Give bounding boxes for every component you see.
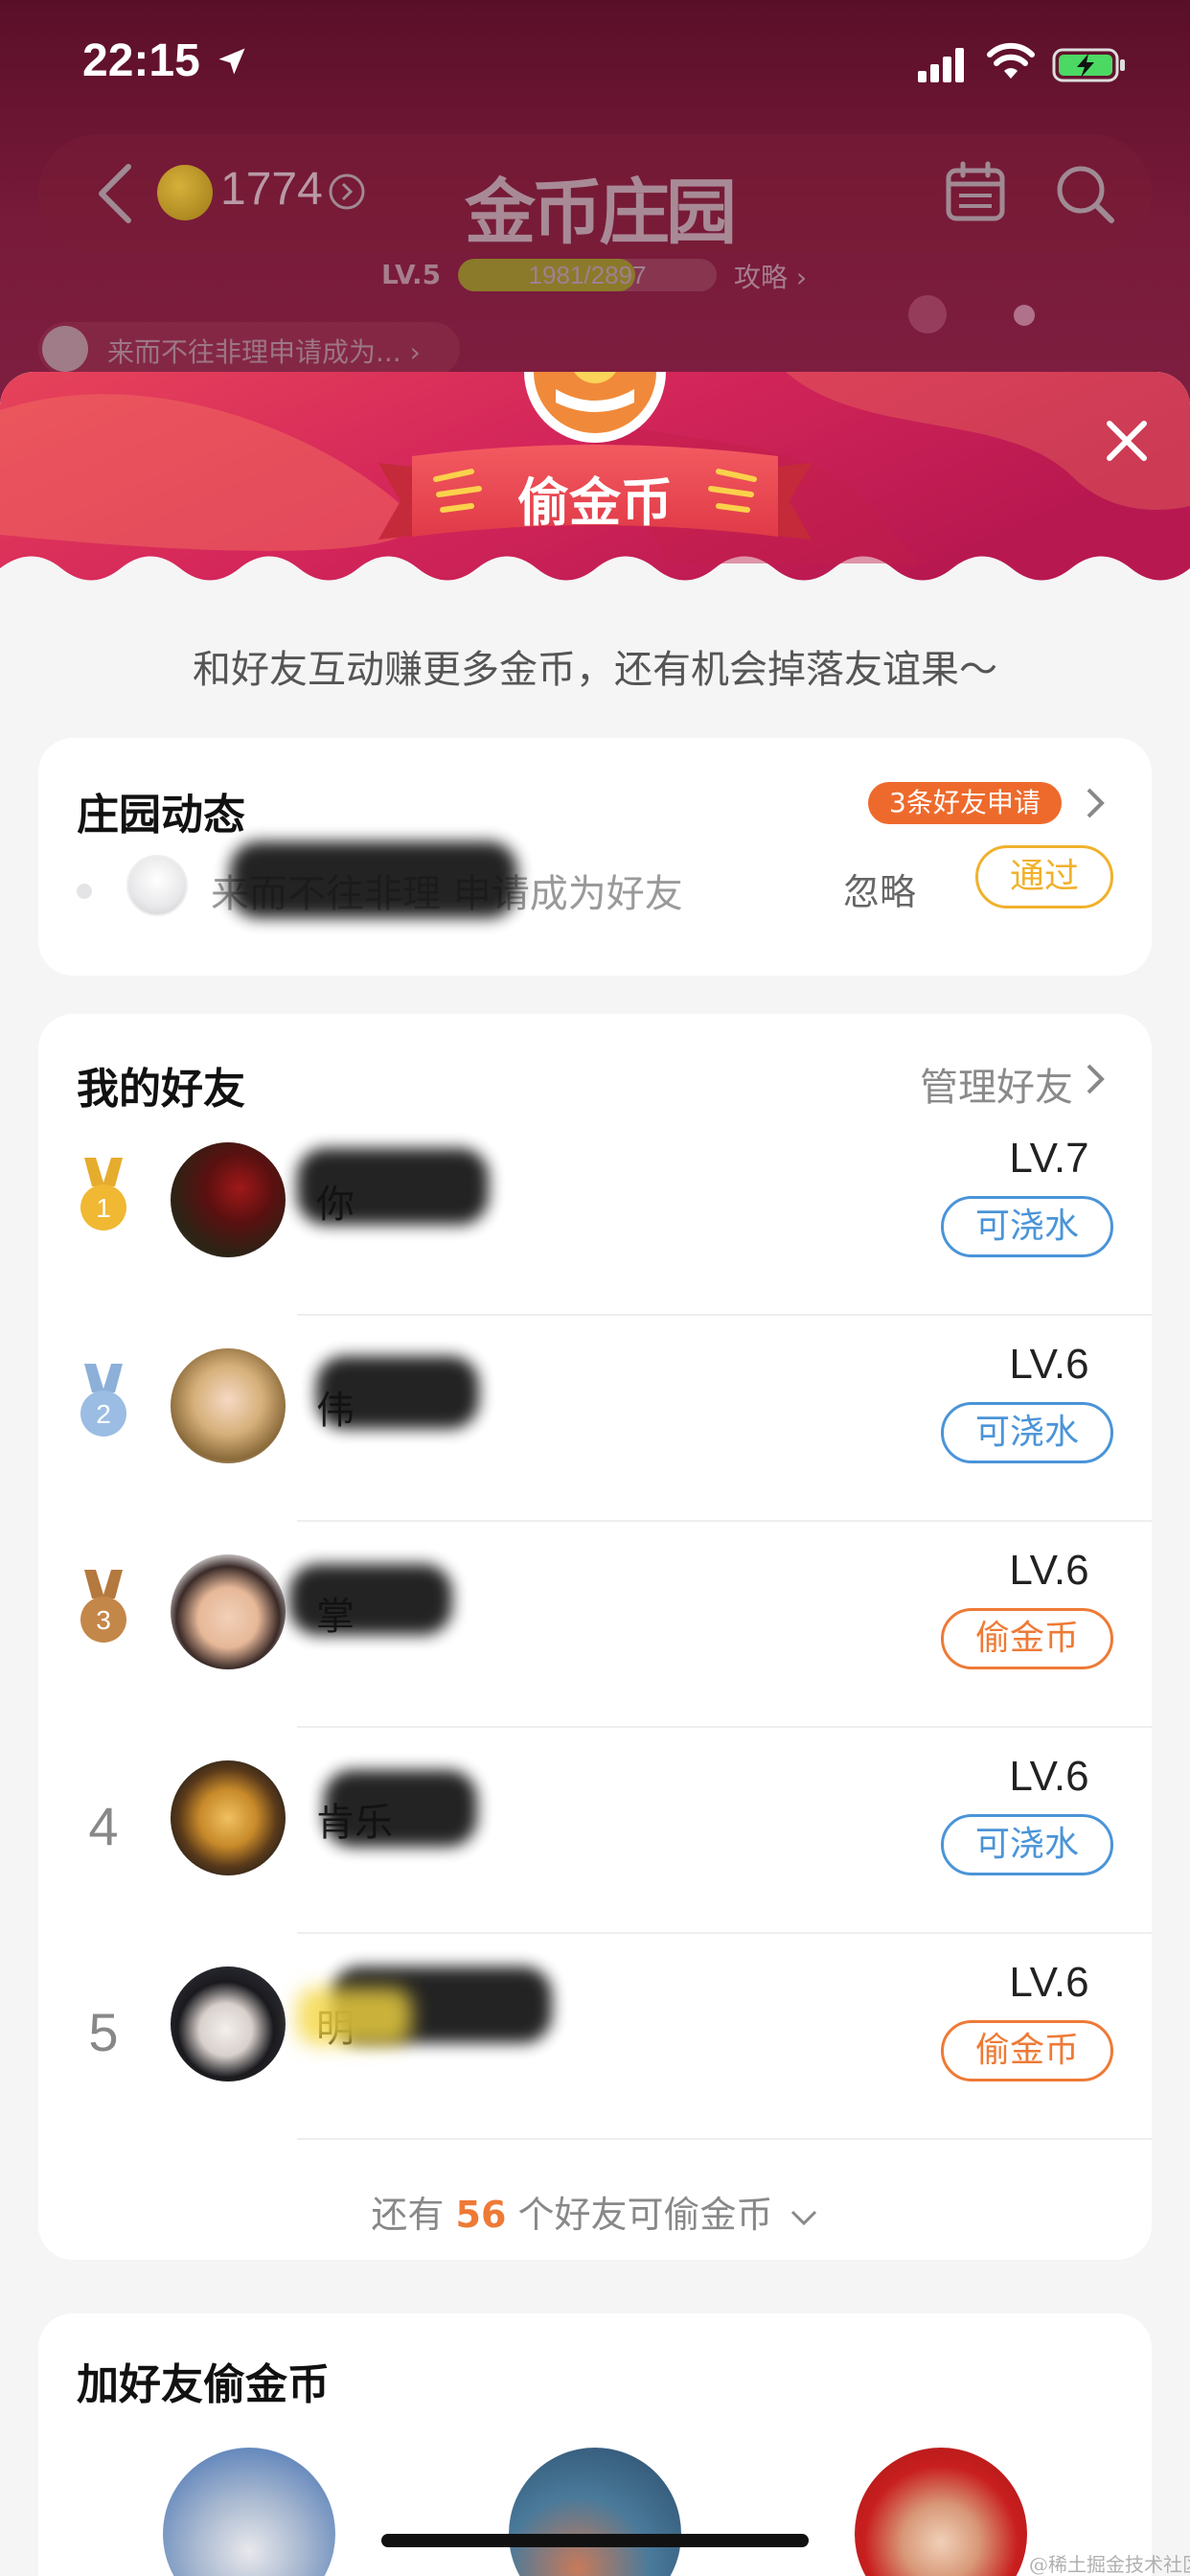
friend-row[interactable]: 4 肯乐 LV.6 可浇水 xyxy=(38,1728,1152,1934)
svg-text:1: 1 xyxy=(96,1193,111,1223)
level-label: LV.5 xyxy=(381,259,442,290)
avatar[interactable] xyxy=(509,2448,681,2576)
avatar xyxy=(126,855,188,916)
redaction-mark xyxy=(297,1148,489,1225)
steal-coins-button[interactable]: 偷金币 xyxy=(941,1608,1113,1669)
accept-button[interactable]: 通过 xyxy=(975,845,1113,908)
redaction-mark xyxy=(289,1564,452,1635)
steal-coins-button[interactable]: 偷金币 xyxy=(941,2020,1113,2082)
bronze-medal-icon: 3 xyxy=(80,1570,126,1643)
friends-title: 我的好友 xyxy=(77,1065,245,1114)
avatar[interactable] xyxy=(171,1554,286,1669)
water-button[interactable]: 可浇水 xyxy=(941,1402,1113,1463)
guide-link[interactable]: 攻略 › xyxy=(734,257,807,295)
water-button[interactable]: 可浇水 xyxy=(941,1196,1113,1257)
friend-row[interactable]: 3 掌 LV.6 偷金币 xyxy=(38,1522,1152,1728)
search-icon[interactable] xyxy=(1052,161,1117,226)
back-chevron-icon[interactable] xyxy=(88,161,146,226)
rank-number: 4 xyxy=(88,1796,119,1856)
avatar[interactable] xyxy=(171,1760,286,1875)
friend-level: LV.6 xyxy=(1009,1959,1089,2006)
chevron-right-circle-icon[interactable] xyxy=(328,172,366,211)
close-icon[interactable] xyxy=(1098,412,1156,470)
sheet-subtitle: 和好友互动赚更多金币，还有机会掉落友谊果～ xyxy=(193,648,997,692)
decorative-dot xyxy=(1014,305,1035,326)
my-friends-card: 我的好友 管理好友 1 你 LV.7 可浇水 2 xyxy=(38,1014,1152,2260)
top-nav-bar: 1774 金币庄园 xyxy=(38,134,1152,254)
more-prefix: 还有 xyxy=(371,2194,445,2236)
home-indicator[interactable] xyxy=(381,2534,809,2547)
sheet-title: 偷金币 xyxy=(517,472,673,533)
svg-text:3: 3 xyxy=(96,1605,111,1635)
divider xyxy=(297,2138,1152,2140)
wifi-icon xyxy=(987,42,1035,79)
friend-level: LV.6 xyxy=(1009,1547,1089,1594)
manage-friends-link[interactable]: 管理好友 xyxy=(920,1056,1073,1112)
more-count: 56 xyxy=(455,2194,507,2236)
ticker-text: 来而不往非理申请成为... › xyxy=(107,336,421,368)
friend-row[interactable]: 2 伟 LV.6 可浇水 xyxy=(38,1316,1152,1522)
avatar[interactable] xyxy=(171,1966,286,2082)
water-button[interactable]: 可浇水 xyxy=(941,1814,1113,1875)
level-progress-text: 1981/2897 xyxy=(528,261,647,289)
avatar[interactable] xyxy=(163,2448,335,2576)
friend-row[interactable]: 1 你 LV.7 可浇水 xyxy=(38,1110,1152,1316)
app-logo-title: 金币庄园 xyxy=(465,172,737,254)
more-suffix: 个好友可偷金币 xyxy=(517,2194,773,2236)
status-bar: 22:15 xyxy=(0,0,1190,125)
cellular-signal-icon xyxy=(918,48,964,82)
calendar-icon[interactable] xyxy=(944,161,1007,224)
chevron-right-icon[interactable] xyxy=(1083,1060,1108,1098)
friend-level: LV.6 xyxy=(1009,1341,1089,1388)
coin-icon xyxy=(157,165,213,220)
redaction-mark xyxy=(324,1770,477,1847)
chevron-right-icon[interactable] xyxy=(1083,784,1108,822)
farm-activity-card: 庄园动态 3条好友申请 来而不往非理 申请成为好友 忽略 通过 xyxy=(38,738,1152,976)
activity-title: 庄园动态 xyxy=(77,791,245,840)
watermark: @稀土掘金技术社区 xyxy=(1029,2553,1190,2576)
redaction-mark xyxy=(316,1356,479,1429)
steal-coins-sheet: 偷金币 和好友互动赚更多金币，还有机会掉落友谊果～ 庄园动态 3条好友申请 来而… xyxy=(0,372,1190,2576)
ignore-button[interactable]: 忽略 xyxy=(843,862,916,915)
friend-level: LV.6 xyxy=(1009,1753,1089,1800)
activity-ticker[interactable]: 来而不往非理申请成为... › xyxy=(38,322,460,376)
decorative-dot xyxy=(908,295,947,334)
avatar[interactable] xyxy=(171,1348,286,1463)
avatar[interactable] xyxy=(171,1142,286,1257)
highlight-mark xyxy=(297,1988,412,2045)
avatar xyxy=(42,326,88,372)
gold-medal-icon: 1 xyxy=(80,1158,126,1230)
location-arrow-icon xyxy=(218,48,245,75)
level-progress-bar: 1981/2897 xyxy=(458,259,717,291)
silver-medal-icon: 2 xyxy=(80,1364,126,1437)
avatar[interactable] xyxy=(855,2448,1027,2576)
friend-request-badge[interactable]: 3条好友申请 xyxy=(868,782,1062,824)
redaction-mark xyxy=(230,841,517,918)
friend-row[interactable]: 5 明 LV.6 偷金币 xyxy=(38,1934,1152,2140)
svg-text:2: 2 xyxy=(96,1399,111,1429)
chevron-down-icon xyxy=(790,2210,816,2226)
show-more-friends[interactable]: 还有 56 个好友可偷金币 xyxy=(38,2185,1152,2238)
coin-balance[interactable]: 1774 xyxy=(220,163,323,216)
status-time: 22:15 xyxy=(82,35,200,86)
battery-charging-icon xyxy=(1052,48,1125,82)
friend-level: LV.7 xyxy=(1009,1135,1089,1182)
unread-dot xyxy=(77,884,92,899)
rank-number: 5 xyxy=(88,2002,119,2062)
add-friends-title: 加好友偷金币 xyxy=(77,2360,330,2409)
